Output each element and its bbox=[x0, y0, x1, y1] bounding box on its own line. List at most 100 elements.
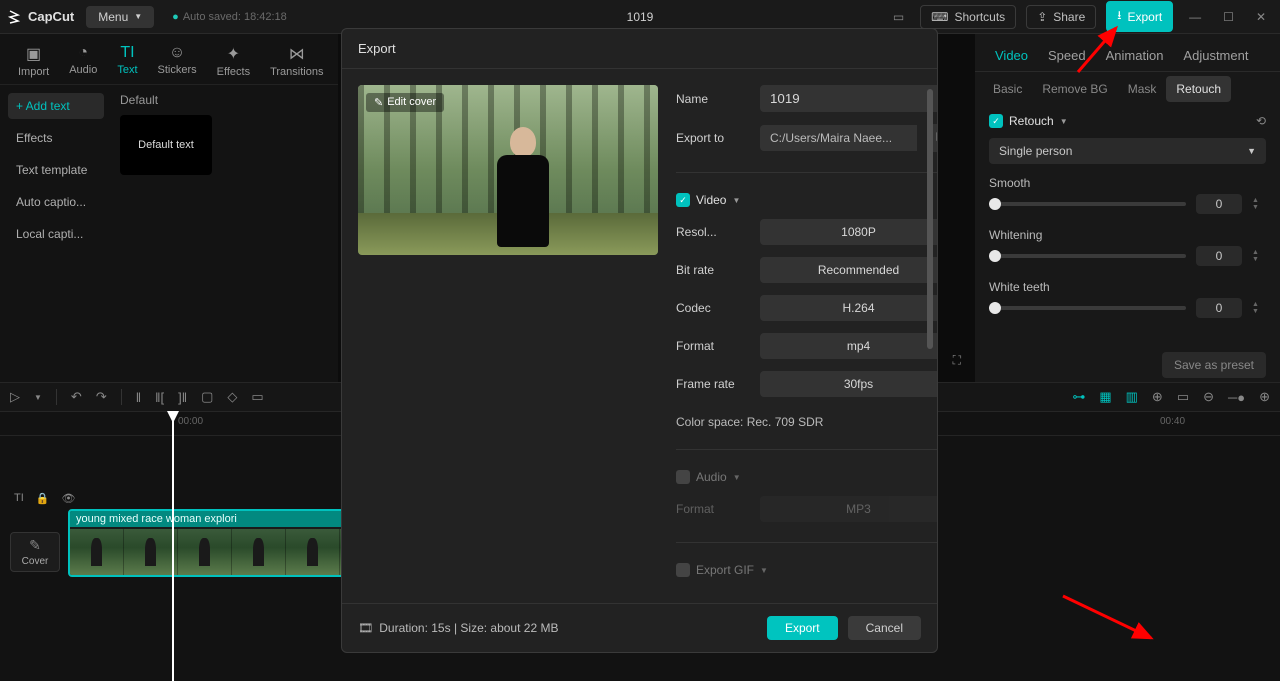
fullscreen-icon[interactable]: ⛶ bbox=[953, 353, 961, 368]
tab-text[interactable]: TI Text bbox=[107, 38, 147, 84]
chevron-down-icon: ▼ bbox=[733, 473, 741, 482]
check-icon: ✓ bbox=[989, 114, 1003, 128]
lock-icon[interactable]: 🔒 bbox=[36, 492, 50, 505]
default-text-thumb[interactable]: Default text bbox=[120, 115, 212, 175]
whitening-stepper[interactable]: ▲▼ bbox=[1252, 249, 1266, 263]
effects-icon: ✦ bbox=[227, 44, 240, 64]
chevron-down-icon[interactable]: ▼ bbox=[34, 393, 42, 402]
subtab-mask[interactable]: Mask bbox=[1118, 76, 1167, 102]
layout-icon[interactable]: ▭ bbox=[887, 10, 910, 24]
snap-icon[interactable]: ▥ bbox=[1126, 389, 1138, 405]
whitening-value[interactable]: 0 bbox=[1196, 246, 1242, 266]
teeth-stepper[interactable]: ▲▼ bbox=[1252, 301, 1266, 315]
name-input[interactable] bbox=[760, 85, 937, 112]
crop-icon[interactable]: ▭ bbox=[251, 389, 263, 405]
tab-transitions[interactable]: ⋈Transitions bbox=[260, 38, 333, 84]
codec-select[interactable]: H.264▼ bbox=[760, 295, 937, 321]
record-icon[interactable]: ▭ bbox=[1177, 389, 1189, 405]
split-icon[interactable]: ‖ bbox=[136, 390, 141, 405]
close-button[interactable]: ✕ bbox=[1250, 10, 1272, 24]
export-label: Export bbox=[1127, 10, 1162, 24]
marker-icon[interactable]: ◇ bbox=[227, 389, 237, 405]
teeth-slider[interactable] bbox=[989, 306, 1186, 310]
person-mode-dropdown[interactable]: Single person ▼ bbox=[989, 138, 1266, 164]
undo-icon[interactable]: ↶ bbox=[71, 389, 82, 405]
teeth-label: White teeth bbox=[989, 280, 1266, 294]
sidebar-item-auto-captions[interactable]: Auto captio... bbox=[8, 189, 104, 215]
share-button[interactable]: ⇪ Share bbox=[1026, 5, 1096, 29]
sidebar-item-text-template[interactable]: Text template bbox=[8, 157, 104, 183]
text-sidebar: + Add text Effects Text template Auto ca… bbox=[0, 85, 112, 382]
zoom-slider-icon[interactable]: ─● bbox=[1228, 390, 1245, 405]
tab-audio[interactable]: ◔ Audio bbox=[59, 38, 107, 84]
minimize-button[interactable]: — bbox=[1183, 10, 1207, 24]
gif-section[interactable]: Export GIF▼ bbox=[676, 563, 937, 577]
export-button[interactable]: ⭳ Export bbox=[1106, 1, 1173, 32]
pencil-icon: ✎ bbox=[374, 96, 383, 109]
split-right-icon[interactable]: ]‖ bbox=[178, 390, 187, 405]
sidebar-item-local-captions[interactable]: Local capti... bbox=[8, 221, 104, 247]
audio-section[interactable]: Audio ▼ bbox=[676, 470, 937, 484]
chevron-down-icon: ▼ bbox=[732, 196, 740, 205]
import-icon: ▣ bbox=[26, 44, 41, 64]
export-confirm-button[interactable]: Export bbox=[767, 616, 838, 640]
stickers-icon: ☺ bbox=[169, 44, 185, 62]
framerate-label: Frame rate bbox=[676, 377, 750, 391]
cancel-button[interactable]: Cancel bbox=[848, 616, 921, 640]
eye-icon[interactable]: 👁 bbox=[61, 492, 75, 505]
playhead[interactable] bbox=[172, 412, 174, 681]
tab-text-label: Text bbox=[117, 64, 137, 76]
tab-stickers[interactable]: ☺Stickers bbox=[148, 38, 207, 84]
audio-icon: ◔ bbox=[78, 44, 88, 62]
reset-icon[interactable]: ⟲ bbox=[1256, 114, 1266, 128]
split-left-icon[interactable]: ‖[ bbox=[155, 390, 164, 405]
edit-icon: ✎ bbox=[29, 537, 41, 554]
edit-cover-button[interactable]: ✎Edit cover bbox=[366, 93, 444, 112]
sidebar-item-add-text[interactable]: + Add text bbox=[8, 93, 104, 119]
retouch-toggle[interactable]: ✓Retouch▼ ⟲ bbox=[989, 114, 1266, 128]
link-icon[interactable]: ⊶ bbox=[1072, 389, 1085, 405]
cover-cell[interactable]: ✎ Cover bbox=[10, 532, 60, 572]
export-icon: ⭳ bbox=[1117, 6, 1121, 27]
checkbox-off-icon bbox=[676, 470, 690, 484]
text-track-icon[interactable]: TI bbox=[14, 492, 24, 505]
framerate-select[interactable]: 30fps▼ bbox=[760, 371, 937, 397]
menu-button[interactable]: Menu ▼ bbox=[86, 6, 154, 28]
media-panel: ▣Import ◔Audio TIText ☺Stickers ✦Effects… bbox=[0, 34, 338, 382]
smooth-stepper[interactable]: ▲▼ bbox=[1252, 197, 1266, 211]
sidebar-item-effects[interactable]: Effects bbox=[8, 125, 104, 151]
modal-scrollbar[interactable] bbox=[927, 85, 933, 513]
subtab-remove-bg[interactable]: Remove BG bbox=[1032, 76, 1117, 102]
redo-icon[interactable]: ↷ bbox=[96, 389, 107, 405]
subtab-basic[interactable]: Basic bbox=[983, 76, 1032, 102]
smooth-value[interactable]: 0 bbox=[1196, 194, 1242, 214]
select-tool-icon[interactable]: ▷ bbox=[10, 389, 20, 405]
smooth-slider[interactable] bbox=[989, 202, 1186, 206]
zoom-out-icon[interactable]: ⊖ bbox=[1203, 389, 1214, 405]
tab-effects[interactable]: ✦Effects bbox=[207, 38, 260, 84]
inspector-tab-speed[interactable]: Speed bbox=[1038, 40, 1096, 71]
audio-section-label: Audio bbox=[696, 470, 727, 484]
align-icon[interactable]: ⊕ bbox=[1152, 389, 1163, 405]
whitening-slider[interactable] bbox=[989, 254, 1186, 258]
bitrate-select[interactable]: Recommended▼ bbox=[760, 257, 937, 283]
delete-icon[interactable]: ▢ bbox=[201, 389, 213, 405]
maximize-button[interactable]: ☐ bbox=[1217, 10, 1240, 24]
teeth-value[interactable]: 0 bbox=[1196, 298, 1242, 318]
shortcuts-button[interactable]: ⌨ Shortcuts bbox=[920, 5, 1016, 29]
tab-import[interactable]: ▣Import bbox=[8, 38, 59, 84]
format-select[interactable]: mp4▼ bbox=[760, 333, 937, 359]
subtab-retouch[interactable]: Retouch bbox=[1166, 76, 1231, 102]
text-icon: TI bbox=[120, 44, 134, 62]
magnet-icon[interactable]: ▦ bbox=[1099, 389, 1111, 405]
video-section[interactable]: ✓Video▼ bbox=[676, 193, 937, 207]
save-preset-button[interactable]: Save as preset bbox=[1162, 352, 1266, 378]
resolution-select[interactable]: 1080P▼ bbox=[760, 219, 937, 245]
inspector-tab-video[interactable]: Video bbox=[985, 40, 1038, 71]
dialog-title: Export bbox=[342, 29, 937, 69]
exportto-label: Export to bbox=[676, 131, 750, 145]
tab-audio-label: Audio bbox=[69, 64, 97, 76]
inspector-tab-animation[interactable]: Animation bbox=[1096, 40, 1174, 71]
inspector-tab-adjustment[interactable]: Adjustment bbox=[1173, 40, 1258, 71]
zoom-in-icon[interactable]: ⊕ bbox=[1259, 389, 1270, 405]
